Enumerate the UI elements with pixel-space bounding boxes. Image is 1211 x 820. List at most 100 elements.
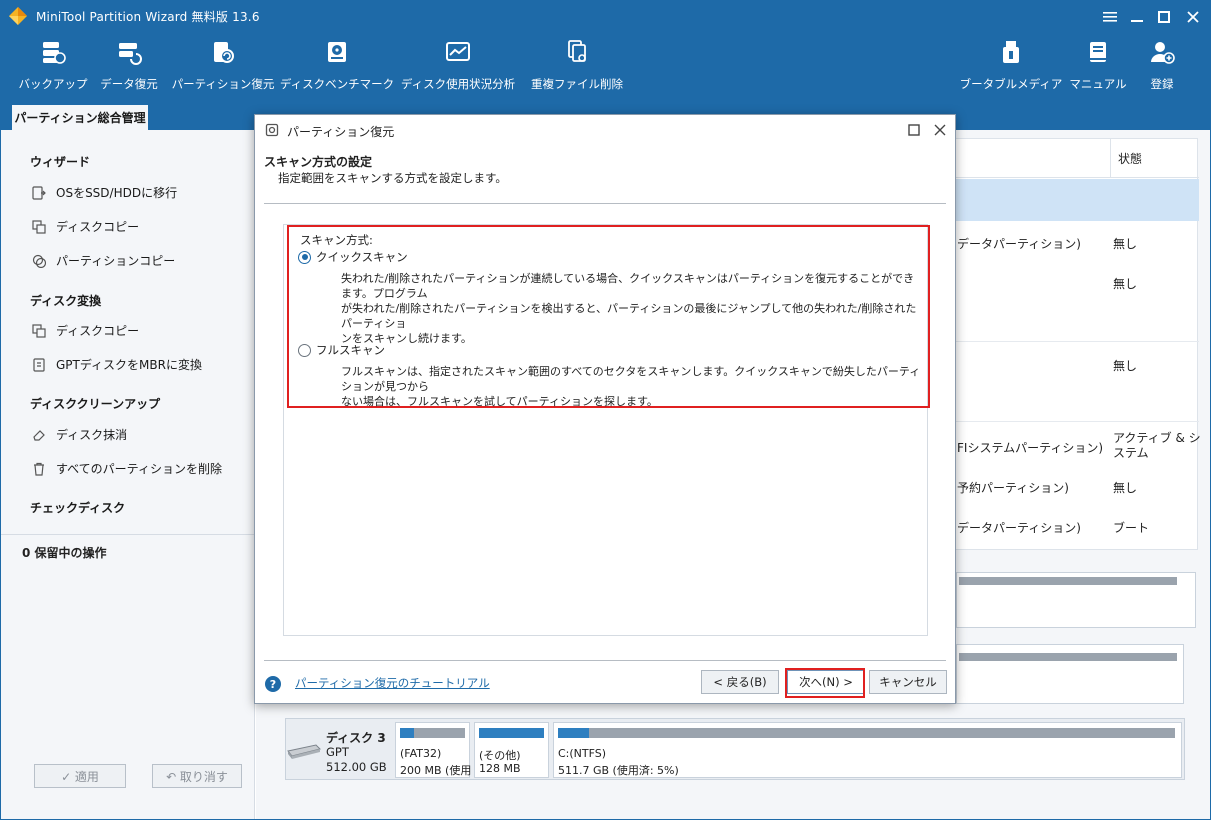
sidebar-item-copy-disk-2[interactable]: ディスクコピー — [32, 322, 139, 339]
bootable-media-button[interactable]: ブータブルメディア — [960, 32, 1062, 100]
partition-type-cell: データパーティション) — [957, 521, 1081, 535]
disk-style: GPT — [326, 745, 349, 759]
data-recovery-icon — [115, 38, 143, 66]
sidebar-section-disk-cleanup: ディスククリーンアップ — [30, 397, 161, 411]
window-title: MiniTool Partition Wizard 無料版 13.6 — [36, 9, 260, 24]
partition-detail: 128 MB — [479, 762, 521, 775]
toolbar-label: ブータブルメディア — [959, 77, 1063, 91]
sidebar-item-label: すべてのパーティションを削除 — [56, 462, 222, 476]
sidebar-item-label: ディスク抹消 — [56, 428, 128, 442]
cancel-button[interactable]: キャンセル — [869, 670, 947, 694]
hard-disk-icon — [287, 744, 321, 759]
toolbar-label: データ復元 — [100, 77, 158, 91]
copy-disk-icon — [32, 219, 46, 234]
minimize-icon[interactable] — [1126, 6, 1148, 28]
toolbar-label: 登録 — [1150, 77, 1174, 91]
partition-recovery-dialog: パーティション復元 スキャン方式の設定 指定範囲をスキャンする方式を設定します。… — [254, 114, 956, 704]
apply-button[interactable]: ✓ 適用 — [34, 764, 126, 788]
partition-state-cell: ブート — [1113, 521, 1150, 535]
tab-partition-management[interactable]: パーティション総合管理 — [12, 105, 148, 130]
trash-icon — [32, 462, 46, 476]
sidebar-item-gpt-to-mbr[interactable]: GPTディスクをMBRに変換 — [32, 356, 202, 373]
disk-map-disk-3[interactable]: ディスク 3 GPT 512.00 GB (FAT32) 200 MB (使用 … — [285, 718, 1185, 780]
quick-scan-label: クイックスキャン — [316, 250, 408, 264]
dialog-subheading: 指定範囲をスキャンする方式を設定します。 — [278, 171, 507, 185]
partition-type-cell: データパーティション) — [957, 237, 1081, 251]
backup-icon — [39, 38, 67, 66]
sidebar-item-wipe-disk[interactable]: ディスク抹消 — [32, 426, 127, 443]
toolbar-label: パーティション復元 — [171, 77, 275, 91]
divider — [0, 534, 255, 535]
back-button[interactable]: < 戻る(B) — [701, 670, 779, 694]
sidebar-item-label: パーティションコピー — [56, 254, 176, 268]
column-header-state[interactable]: 状態 — [1118, 150, 1142, 167]
quick-scan-radio[interactable] — [298, 250, 311, 264]
disk-name: ディスク 3 — [326, 731, 386, 745]
sidebar-item-delete-all[interactable]: すべてのパーティションを削除 — [32, 460, 222, 477]
sidebar-item-copy-partition[interactable]: パーティションコピー — [32, 252, 175, 269]
migrate-os-icon — [32, 185, 46, 200]
data-recovery-button[interactable]: データ復元 — [98, 32, 160, 100]
disk-map-disk-1[interactable] — [956, 572, 1196, 628]
undo-button[interactable]: ↶ 取り消す — [152, 764, 242, 788]
sidebar-item-label: OSをSSD/HDDに移行 — [56, 186, 178, 200]
backup-button[interactable]: バックアップ — [19, 32, 88, 100]
space-analyzer-button[interactable]: ディスク使用状況分析 — [400, 32, 516, 100]
register-icon — [1148, 38, 1176, 66]
partition-detail: 511.7 GB (使用済: 5%) — [558, 764, 679, 777]
sidebar-item-label: ディスクコピー — [56, 324, 140, 338]
toolbar-label: マニュアル — [1069, 77, 1127, 91]
description-line: ンをスキャンし続けます。 — [341, 332, 472, 345]
partition-block[interactable]: (FAT32) 200 MB (使用 — [395, 722, 472, 778]
usage-bar — [558, 728, 1175, 738]
usage-bar — [959, 577, 1177, 585]
partition-detail: 200 MB (使用 — [400, 764, 472, 777]
close-icon[interactable] — [1182, 6, 1204, 28]
disk-benchmark-button[interactable]: ディスクベンチマーク — [280, 32, 394, 100]
full-scan-description: フルスキャンは、指定されたスキャン範囲のすべてのセクタをスキャンします。クイック… — [341, 364, 923, 409]
copy-disk-icon — [32, 323, 46, 338]
maximize-icon[interactable] — [1153, 6, 1175, 28]
action-sidebar: ウィザード OSをSSD/HDDに移行 ディスクコピー パーティションコピー デ… — [0, 130, 255, 820]
disk-size: 512.00 GB — [326, 760, 387, 774]
partition-recovery-button[interactable]: パーティション復元 — [172, 32, 274, 100]
partition-block[interactable]: (その他) 128 MB — [474, 722, 549, 778]
sidebar-section-wizard: ウィザード — [30, 155, 91, 169]
tutorial-link[interactable]: パーティション復元のチュートリアル — [295, 675, 490, 691]
usage-bar — [959, 653, 1177, 661]
toolbar-label: ディスク使用状況分析 — [400, 77, 516, 91]
usage-fill — [558, 728, 589, 738]
scan-method-label: スキャン方式: — [300, 232, 373, 248]
menu-icon[interactable] — [1099, 6, 1121, 28]
close-icon[interactable] — [931, 121, 949, 139]
sidebar-item-label: ディスクコピー — [56, 220, 140, 234]
copy-partition-icon — [32, 254, 46, 268]
partition-recovery-icon — [209, 38, 237, 66]
full-scan-radio[interactable] — [298, 343, 311, 357]
partition-fs: (FAT32) — [400, 747, 442, 760]
space-analyzer-icon — [444, 38, 472, 66]
convert-disk-icon — [32, 357, 46, 372]
app-logo-icon — [9, 7, 27, 25]
disk-map-disk-2[interactable] — [956, 644, 1184, 704]
partition-fs: C:(NTFS) — [558, 747, 607, 760]
duplicate-file-button[interactable]: 重複ファイル削除 — [531, 32, 623, 100]
title-bar: MiniTool Partition Wizard 無料版 13.6 — [0, 0, 1211, 32]
divider — [264, 660, 946, 661]
usage-fill — [479, 728, 544, 738]
wipe-disk-icon — [32, 428, 46, 442]
partition-state-cell: 無し — [1113, 237, 1138, 251]
maximize-icon[interactable] — [905, 121, 923, 139]
partition-block[interactable]: C:(NTFS) 511.7 GB (使用済: 5%) — [553, 722, 1182, 778]
full-scan-option[interactable]: フルスキャン — [298, 342, 385, 358]
disk-benchmark-icon — [323, 38, 351, 66]
help-icon[interactable]: ? — [265, 676, 281, 692]
partition-state-cell: 無し — [1113, 481, 1138, 495]
manual-button[interactable]: マニュアル — [1069, 32, 1127, 100]
full-scan-label: フルスキャン — [316, 343, 385, 357]
sidebar-section-check-disk: チェックディスク — [30, 501, 126, 515]
sidebar-item-copy-disk[interactable]: ディスクコピー — [32, 218, 139, 235]
register-button[interactable]: 登録 — [1140, 32, 1184, 100]
quick-scan-option[interactable]: クイックスキャン — [298, 249, 408, 265]
sidebar-item-migrate-os[interactable]: OSをSSD/HDDに移行 — [32, 184, 177, 201]
